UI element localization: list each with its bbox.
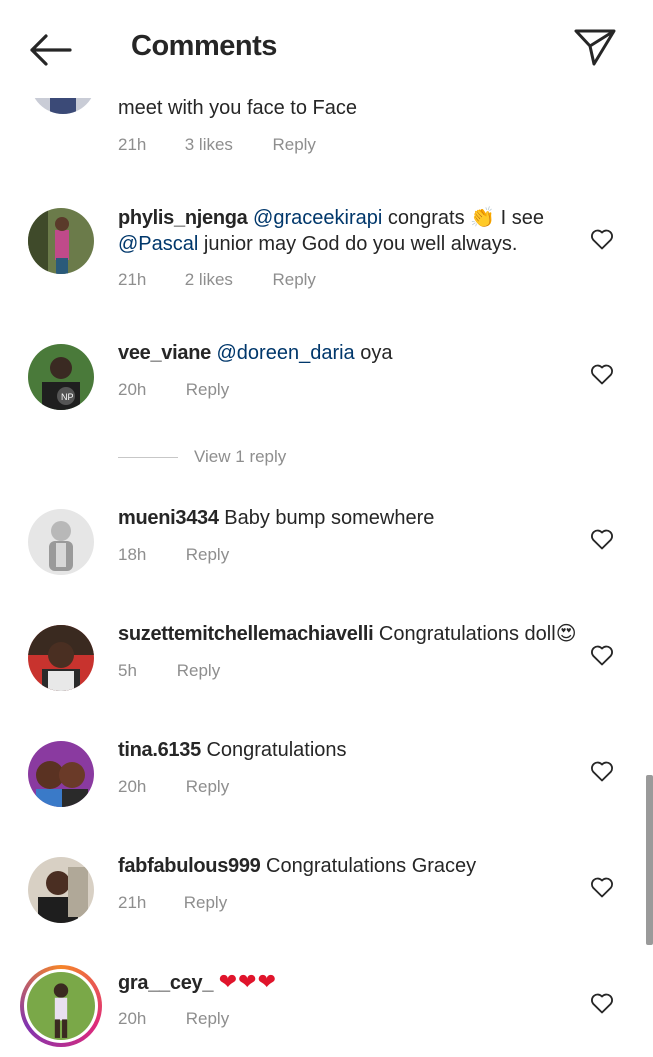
comment-text: phylis_njenga @graceekirapi congrats 👏 I… <box>118 205 578 257</box>
comments-list: meet with you face to Face 21h 3 likes R… <box>0 0 653 1057</box>
heart-outline-icon[interactable] <box>590 876 614 898</box>
mention-link[interactable]: @doreen_daria <box>217 342 355 364</box>
comment-meta: 18h Reply <box>118 545 229 565</box>
comment-time: 21h <box>118 893 147 912</box>
page-title: Comments <box>131 30 277 62</box>
comment-meta: 20h Reply <box>118 777 229 797</box>
reply-button[interactable]: Reply <box>186 777 229 797</box>
comment-text: fabfabulous999 Congratulations Gracey <box>118 853 578 879</box>
comment-body: junior may God do you well always. <box>198 233 518 255</box>
avatar[interactable] <box>28 857 94 923</box>
clap-emoji: 👏 <box>470 207 496 229</box>
comment-username[interactable]: phylis_njenga <box>118 207 248 229</box>
mention-link[interactable]: @Pascal <box>118 233 198 255</box>
comment-body: Congratulations Gracey <box>260 855 477 877</box>
comment-username[interactable]: suzettemitchellemachiavelli <box>118 623 374 645</box>
comment-time: 18h <box>118 545 147 564</box>
header-bar: Comments <box>0 0 653 98</box>
view-replies-button[interactable]: View 1 reply <box>118 445 286 469</box>
mention-link[interactable]: @graceekirapi <box>253 207 382 229</box>
likes-count[interactable]: 3 likes <box>185 135 268 155</box>
comment-text: mueni3434 Baby bump somewhere <box>118 505 578 531</box>
reply-button[interactable]: Reply <box>186 545 229 565</box>
reply-button[interactable]: Reply <box>186 1009 229 1029</box>
comment-text: meet with you face to Face <box>118 95 578 121</box>
heart-eyes-emoji: 😍 <box>555 623 577 645</box>
comment-time: 20h <box>118 380 147 399</box>
comment-username[interactable]: mueni3434 <box>118 507 219 529</box>
comment-text: gra__cey_ ❤❤❤ <box>118 969 578 996</box>
comment-time: 20h <box>118 777 147 796</box>
comment-meta: 5h Reply <box>118 661 220 681</box>
back-arrow-icon[interactable] <box>26 30 76 70</box>
comment-meta: 21h 2 likes Reply <box>118 270 316 290</box>
avatar[interactable] <box>28 509 94 575</box>
comment-meta: 21h 3 likes Reply <box>118 135 316 155</box>
scrollbar[interactable] <box>646 775 653 945</box>
avatar[interactable] <box>28 741 94 807</box>
avatar[interactable] <box>28 625 94 691</box>
divider-line <box>118 456 178 458</box>
heart-outline-icon[interactable] <box>590 760 614 782</box>
comment-text: tina.6135 Congratulations <box>118 737 578 763</box>
comment-body: I see <box>495 207 544 229</box>
heart-outline-icon[interactable] <box>590 992 614 1014</box>
heart-outline-icon[interactable] <box>590 363 614 385</box>
comment-meta: 20h Reply <box>118 380 229 400</box>
comment-text: suzettemitchellemachiavelli Congratulati… <box>118 621 588 647</box>
avatar[interactable] <box>28 208 94 274</box>
comment-body: oya <box>354 342 393 364</box>
heart-outline-icon[interactable] <box>590 644 614 666</box>
avatar-with-story-ring[interactable] <box>20 965 102 1047</box>
comment-time: 21h <box>118 135 147 154</box>
heart-outline-icon[interactable] <box>590 528 614 550</box>
comment-username[interactable]: gra__cey_ <box>118 972 213 994</box>
comment-meta: 21h Reply <box>118 893 227 913</box>
avatar[interactable]: NP <box>28 344 94 410</box>
view-replies-label: View 1 reply <box>194 447 287 466</box>
comment-time: 5h <box>118 661 137 680</box>
comment-body: Congratulations <box>200 739 347 761</box>
comment-time: 20h <box>118 1009 147 1028</box>
comment-text: vee_viane @doreen_daria oya <box>118 340 578 366</box>
likes-count[interactable]: 2 likes <box>185 270 268 290</box>
reply-button[interactable]: Reply <box>184 893 227 913</box>
reply-button[interactable]: Reply <box>272 270 315 290</box>
paper-plane-icon[interactable] <box>572 26 618 68</box>
comment-body: Baby bump somewhere <box>218 507 435 529</box>
red-hearts-emoji: ❤❤❤ <box>218 969 278 994</box>
comment-body: meet with you face to Face <box>118 97 358 119</box>
comment-time: 21h <box>118 270 147 289</box>
reply-button[interactable]: Reply <box>272 135 315 155</box>
heart-outline-icon[interactable] <box>590 228 614 250</box>
reply-button[interactable]: Reply <box>177 661 220 681</box>
comment-username[interactable]: tina.6135 <box>118 739 201 761</box>
reply-button[interactable]: Reply <box>186 380 229 400</box>
comment-username[interactable]: vee_viane <box>118 342 211 364</box>
comment-body: congrats <box>382 207 471 229</box>
comment-username[interactable]: fabfabulous999 <box>118 855 261 877</box>
comment-meta: 20h Reply <box>118 1009 229 1029</box>
svg-text:NP: NP <box>61 392 74 402</box>
comment-body: Congratulations doll <box>373 623 556 645</box>
